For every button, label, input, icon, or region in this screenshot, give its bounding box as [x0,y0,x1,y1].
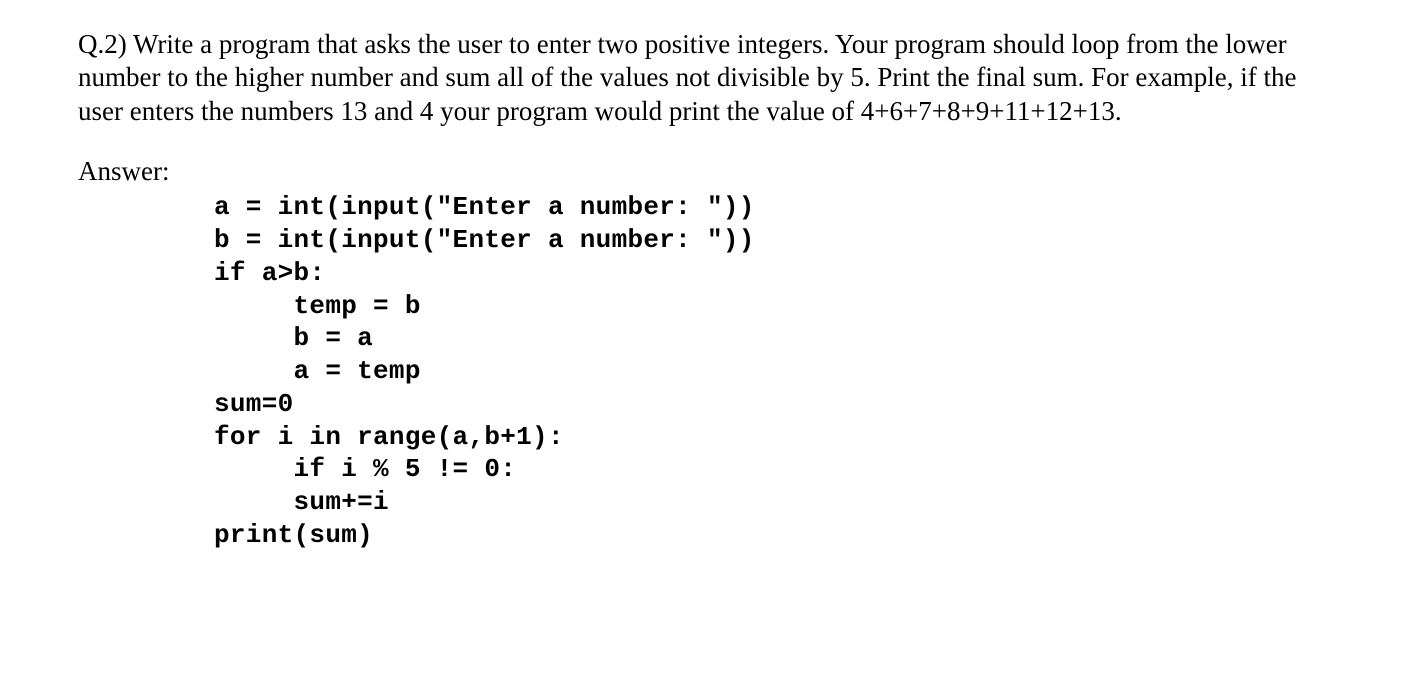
question-prompt: Q.2) Write a program that asks the user … [78,28,1340,128]
answer-code: a = int(input("Enter a number: ")) b = i… [214,191,1340,551]
answer-label: Answer: [78,156,1340,187]
